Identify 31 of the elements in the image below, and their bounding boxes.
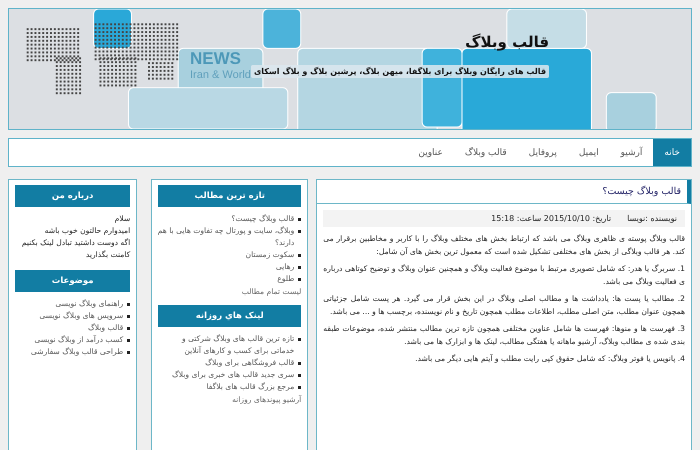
news-logo-subtitle: Iran & World (190, 69, 251, 81)
bullet-icon (298, 338, 302, 341)
bullet-icon (298, 254, 302, 257)
bullet-icon (127, 339, 130, 342)
bullet-icon (298, 362, 302, 365)
bullet-icon (298, 374, 302, 377)
bullet-icon (298, 230, 302, 233)
bullet-icon (298, 278, 302, 281)
nav-tab[interactable]: آرشیو (610, 139, 654, 166)
bullet-icon (298, 218, 302, 221)
widget-title: موضوعات (15, 270, 130, 292)
nav-tab[interactable]: ایمیل (568, 139, 610, 166)
widget-title: لینک هاي روزانه (158, 305, 302, 327)
nav-tab[interactable]: پروفایل (518, 139, 568, 166)
nav-tab[interactable]: عناوین (407, 139, 454, 166)
bullet-icon (298, 386, 302, 389)
bullet-icon (127, 303, 130, 306)
post-date: تاریخ: 2015/10/10 ساعت: 15:18 (491, 214, 612, 223)
widget-title: درباره من (15, 185, 130, 207)
bullet-icon (127, 351, 130, 354)
site-description: قالب های رایگان وبلاگ برای بلاگفا، میهن بلاگ، پرشین بلاگ و بلاگ اسکای (250, 65, 550, 78)
widget-title: تازه ترین مطالب (158, 185, 302, 207)
bullet-icon (127, 327, 130, 330)
post-author: نویسنده :نویسا (627, 214, 677, 223)
bullet-icon (298, 266, 302, 269)
site-title[interactable]: قالب وبلاگ (465, 33, 550, 51)
nav-tab[interactable]: خانه (653, 139, 691, 166)
nav-tab[interactable]: قالب وبلاگ (454, 139, 518, 166)
post-title[interactable]: قالب وبلاگ چیست؟ (317, 180, 691, 204)
news-logo-text: NEWS (190, 49, 242, 69)
bullet-icon (127, 315, 130, 318)
